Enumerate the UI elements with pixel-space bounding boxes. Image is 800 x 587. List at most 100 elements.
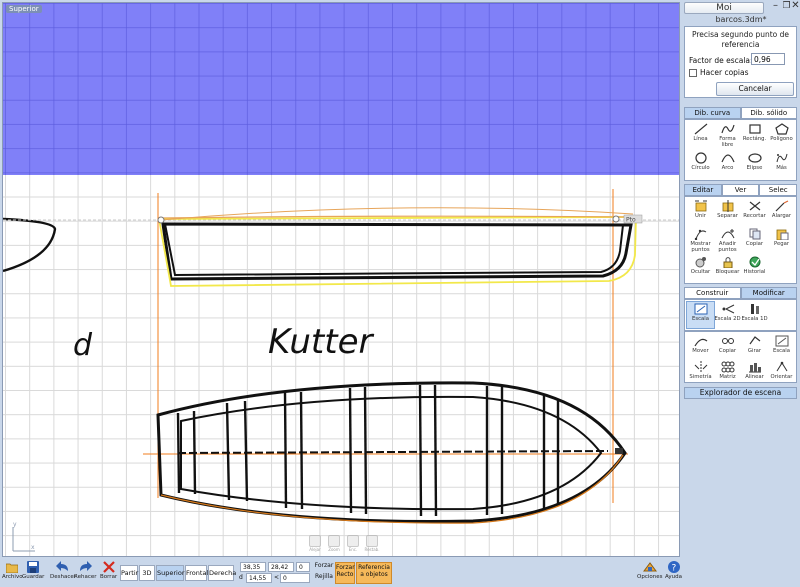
move-tool[interactable]: Mover — [687, 334, 714, 360]
trim-icon — [749, 201, 760, 211]
tab-view[interactable]: Ver — [721, 184, 760, 196]
plan-hull-orange — [160, 454, 624, 524]
history-icon — [749, 256, 760, 268]
copy-tool[interactable]: Copiar — [741, 227, 768, 253]
viewport-title[interactable]: Superior — [6, 5, 42, 13]
undo-button[interactable]: Deshacer — [50, 560, 76, 580]
folder-icon — [6, 563, 19, 573]
lock-icon — [723, 257, 732, 268]
mirror-icon — [694, 361, 707, 373]
coord-x-field[interactable]: 38,35 — [240, 562, 266, 572]
array-tool[interactable]: Matriz — [714, 360, 741, 386]
rotate-tool[interactable]: Girar — [741, 334, 768, 360]
extend-tool[interactable]: Alargar — [768, 199, 795, 225]
redo-button[interactable]: Rehacer — [74, 560, 96, 580]
copy-transform-tool[interactable]: Copiar — [714, 334, 741, 360]
osnap-tag: Pto — [626, 217, 636, 224]
mirror-tool[interactable]: Simetría — [687, 360, 714, 386]
tab-draw-solid[interactable]: Dib. sólido — [740, 107, 797, 119]
tab-edit[interactable]: Editar — [684, 184, 722, 196]
command-options: Precisa segundo punto de referencia Fact… — [684, 26, 797, 98]
ellipse-tool[interactable]: Elipse — [741, 151, 768, 177]
tab-modify[interactable]: Modificar — [740, 287, 797, 299]
partial-hull-curve — [3, 217, 57, 273]
coord-y-field[interactable]: 28,42 — [268, 562, 294, 572]
scale-1d-icon — [750, 304, 759, 314]
draw-tools: Línea Forma libre Rectáng. Polígono Círc… — [684, 119, 797, 181]
force-straight-toggle[interactable]: Forzar Recto — [335, 562, 355, 584]
draw-tabs: Dib. curva Dib. sólido — [684, 107, 797, 119]
options-button[interactable]: Opciones — [637, 560, 662, 580]
scale-small-tool[interactable]: Escala — [768, 334, 795, 360]
zoom-button[interactable]: Zoom — [326, 535, 342, 555]
show-points-tool[interactable]: Mostrar puntos — [687, 227, 714, 253]
coord-distance-field[interactable]: 14,55 — [246, 573, 272, 583]
scale-tool[interactable]: Escala — [686, 301, 715, 329]
tab-select[interactable]: Selec — [759, 184, 798, 196]
scale-2d-tool[interactable]: Escala 2D — [714, 302, 741, 328]
separate-tool[interactable]: Separar — [714, 199, 741, 225]
save-button[interactable]: Guardar — [22, 560, 44, 580]
more-tool[interactable]: Más — [768, 151, 795, 177]
bottom-toolbar: Archivo Guardar Deshacer Rehacer Borrar … — [0, 559, 800, 587]
circle-tool[interactable]: Círculo — [687, 151, 714, 177]
hide-tool[interactable]: Ocultar — [687, 255, 714, 281]
file-button[interactable]: Archivo — [2, 560, 23, 580]
scale-factor-input[interactable] — [751, 53, 785, 65]
paste-tool[interactable]: Pegar — [768, 227, 795, 253]
history-tool[interactable]: Historial — [741, 255, 768, 281]
add-points-tool[interactable]: Añadir puntos — [714, 227, 741, 253]
view-front-button[interactable]: Frontal — [185, 565, 208, 581]
join-icon — [694, 200, 707, 212]
align-tool[interactable]: Alinear — [741, 360, 768, 386]
view-right-button[interactable]: Derecha — [208, 565, 236, 581]
make-copies-checkbox[interactable] — [689, 69, 697, 77]
view-top-button[interactable]: Superior — [156, 565, 185, 581]
svg-text:?: ? — [671, 564, 676, 574]
scale-small-icon — [775, 335, 788, 347]
line-tool[interactable]: Línea — [687, 122, 714, 148]
orient-icon — [776, 361, 787, 372]
trim-tool[interactable]: Recortar — [741, 199, 768, 225]
cancel-button[interactable]: Cancelar — [716, 82, 794, 96]
grid-snap-toggle[interactable]: Rejilla — [314, 573, 334, 580]
zoom-out-button[interactable]: Alejar — [307, 535, 323, 555]
coord-angle-field[interactable]: 0 — [280, 573, 310, 583]
delete-button[interactable]: Borrar — [100, 560, 117, 580]
polygon-tool[interactable]: Polígono — [768, 122, 795, 148]
drawing-canvas[interactable]: Pto d Kutter — [3, 3, 680, 557]
lock-tool[interactable]: Bloquear — [714, 255, 741, 281]
pan-button[interactable]: Enc. — [345, 535, 361, 555]
app-title[interactable]: Moi — [684, 2, 764, 14]
object-snap-toggle[interactable]: Referencia a objetos — [356, 562, 392, 584]
show-points-icon — [694, 229, 706, 240]
edit-tabs: Editar Ver Selec — [684, 184, 798, 196]
distance-label: d — [239, 574, 243, 581]
join-tool[interactable]: Unir — [687, 199, 714, 225]
tab-construct[interactable]: Construir — [684, 287, 741, 299]
view-split-button[interactable]: Partir — [120, 565, 138, 581]
minimize-icon[interactable]: – — [770, 1, 781, 12]
coord-z-field[interactable]: 0 — [296, 562, 310, 572]
scene-explorer-button[interactable]: Explorador de escena — [684, 387, 797, 399]
axis-indicator: y x — [12, 521, 35, 552]
reset-view-button[interactable]: Restab. — [364, 535, 380, 555]
scale-1d-tool[interactable]: Escala 1D — [741, 302, 768, 328]
plan-hull-inner — [180, 395, 603, 511]
tab-draw-curve[interactable]: Dib. curva — [684, 107, 741, 119]
close-icon[interactable]: ✕ — [790, 1, 800, 12]
drawing-label-title: Kutter — [268, 322, 375, 362]
arc-tool[interactable]: Arco — [714, 151, 741, 177]
viewport-top[interactable]: Pto d Kutter Superior Alejar Zoom Enc. R… — [2, 2, 680, 557]
force-label: Forzar Rejilla — [314, 562, 334, 580]
rectangle-icon — [748, 124, 761, 134]
copy-icon — [749, 228, 760, 240]
view-3d-button[interactable]: 3D — [139, 565, 155, 581]
orient-tool[interactable]: Orientar — [768, 360, 795, 386]
freeform-tool[interactable]: Forma libre — [714, 122, 741, 148]
freeform-icon — [720, 124, 735, 134]
save-icon — [27, 561, 40, 573]
rectangle-tool[interactable]: Rectáng. — [741, 122, 768, 148]
angle-label: < — [274, 574, 280, 581]
help-button[interactable]: ? Ayuda — [665, 560, 682, 580]
